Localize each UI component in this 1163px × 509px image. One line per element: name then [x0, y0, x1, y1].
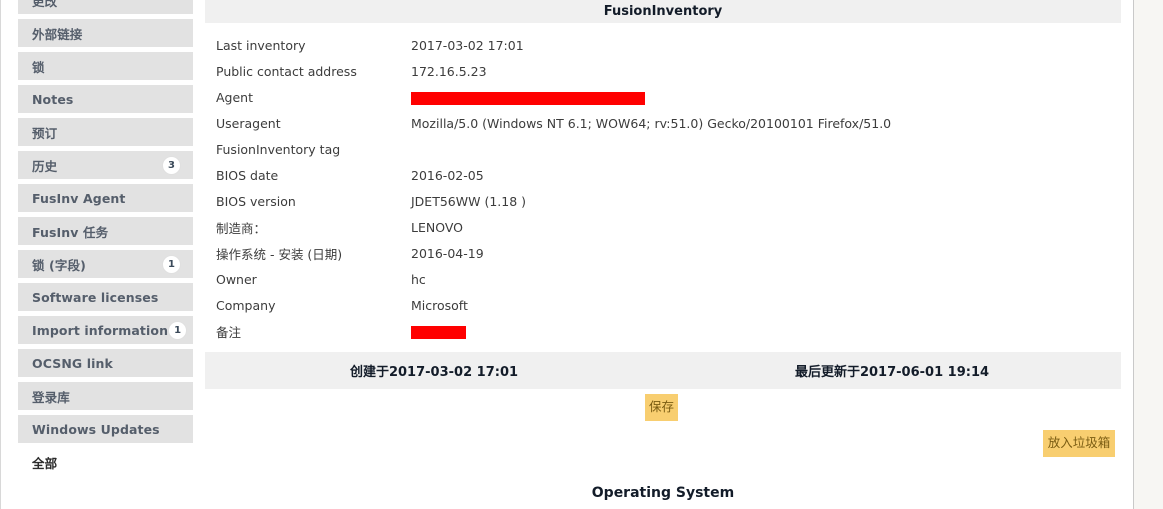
- redaction-bar: [411, 325, 466, 339]
- field-value: 2017-03-02 17:01: [411, 37, 524, 53]
- field-value: [411, 90, 1121, 105]
- sidebar-item-badge: 1: [168, 320, 188, 340]
- sidebar-item[interactable]: 预订: [18, 118, 193, 146]
- sidebar-item-label: FusInv 任务: [32, 224, 109, 240]
- field-row: 制造商： LENOVO: [205, 214, 1121, 240]
- sidebar-item-label: 锁: [32, 59, 45, 75]
- sidebar-item[interactable]: OCSNG link: [18, 349, 193, 377]
- sidebar-item[interactable]: FusInv Agent: [18, 184, 193, 212]
- created-timestamp: 创建于2017-03-02 17:01: [349, 365, 519, 380]
- field-label: FusionInventory tag: [216, 141, 341, 157]
- field-value: 2016-04-19: [411, 245, 484, 261]
- field-value: JDET56WW (1.18 ): [411, 193, 527, 209]
- sidebar-item-badge: 3: [162, 155, 181, 175]
- sidebar-item[interactable]: FusInv 任务: [18, 217, 193, 245]
- main-content: FusionInventory Last inventory 2017-03-02…: [205, 0, 1121, 509]
- sidebar-item-badge: 1: [162, 254, 181, 274]
- field-row: BIOS version JDET56WW (1.18 ): [205, 188, 1121, 214]
- right-rail: [1133, 0, 1163, 509]
- sidebar-item[interactable]: 外部链接: [18, 19, 193, 47]
- field-value: LENOVO: [411, 219, 464, 235]
- sidebar-item[interactable]: 锁: [18, 52, 193, 80]
- field-label: BIOS version: [216, 193, 296, 209]
- sidebar-item-label: 外部链接: [32, 26, 83, 42]
- field-value: hc: [411, 271, 426, 287]
- sidebar-item-label: 锁 (字段): [32, 257, 86, 273]
- fusioninventory-field-table: Last inventory 2017-03-02 17:01 Public con…: [205, 23, 1121, 344]
- field-value: 172.16.5.23: [411, 63, 487, 79]
- sidebar-item-label: Import information: [32, 322, 169, 338]
- sidebar-item-label: 全部: [32, 455, 58, 471]
- sidebar-item-label: Notes: [32, 91, 74, 107]
- sidebar-item[interactable]: Windows Updates: [18, 415, 193, 443]
- record-timestamps-bar: 创建于2017-03-02 17:01 最后更新于2017-06-01 19:1…: [205, 352, 1121, 389]
- sidebar-item[interactable]: Import information 1: [18, 316, 193, 344]
- sidebar: 更改 外部链接锁 Notes 预订 历史 3 FusInv Agent FusInv 任务锁 …: [0, 0, 200, 509]
- field-row: BIOS date 2016-02-05: [205, 162, 1121, 188]
- field-value: Mozilla/5.0 (Windows NT 6.1; WOW64; rv:5…: [411, 115, 892, 131]
- operating-system-heading: Operating System: [591, 485, 735, 501]
- field-label: Agent: [216, 89, 253, 105]
- field-label: BIOS date: [216, 167, 279, 183]
- sidebar-item-label: 更改: [32, 0, 58, 9]
- field-label: Owner: [216, 271, 257, 287]
- sidebar-item-label: Software licenses: [32, 289, 159, 305]
- field-row: 操作系统 - 安装 (日期) 2016-04-19: [205, 240, 1121, 266]
- save-button[interactable]: 保存: [645, 394, 678, 421]
- page-title: FusionInventory: [603, 4, 723, 19]
- sidebar-item[interactable]: 全部: [18, 448, 193, 476]
- field-value: 2016-02-05: [411, 167, 484, 183]
- updated-timestamp: 最后更新于2017-06-01 19:14: [794, 365, 990, 380]
- field-label: 制造商：: [216, 220, 267, 236]
- sidebar-item-list: 更改 外部链接锁 Notes 预订 历史 3 FusInv Agent FusInv 任务锁 …: [18, 0, 193, 481]
- sidebar-item-label: 登录库: [32, 389, 70, 405]
- page-root: 更改 外部链接锁 Notes 预订 历史 3 FusInv Agent FusInv 任务锁 …: [0, 0, 1163, 509]
- sidebar-item-label: 预订: [32, 125, 58, 141]
- sidebar-item[interactable]: 历史 3: [18, 151, 193, 179]
- field-label: 操作系统 - 安装 (日期): [216, 246, 343, 262]
- field-row: Useragent Mozilla/5.0 (Windows NT 6.1; WO…: [205, 110, 1121, 136]
- field-row: Owner hc: [205, 266, 1121, 292]
- field-row: Agent: [205, 84, 1121, 110]
- sidebar-item[interactable]: Software licenses: [18, 283, 193, 311]
- sidebar-item-label: OCSNG link: [32, 355, 113, 371]
- field-row: Last inventory 2017-03-02 17:01: [205, 32, 1121, 58]
- redaction-bar: [411, 91, 645, 105]
- field-label: Company: [216, 297, 276, 313]
- field-row: Company Microsoft: [205, 292, 1121, 318]
- field-value: [411, 324, 1121, 339]
- sidebar-item-label: FusInv Agent: [32, 190, 126, 206]
- sidebar-item[interactable]: 登录库: [18, 382, 193, 410]
- field-label: 备注: [216, 324, 242, 340]
- sidebar-item-label: 历史: [32, 158, 58, 174]
- field-row: Public contact address 172.16.5.23: [205, 58, 1121, 84]
- sidebar-item[interactable]: Notes: [18, 85, 193, 113]
- sidebar-item-label: Windows Updates: [32, 421, 160, 437]
- panel-header: FusionInventory: [205, 0, 1121, 23]
- sidebar-item[interactable]: 更改: [18, 0, 193, 14]
- field-label: Public contact address: [216, 63, 357, 79]
- sidebar-item[interactable]: 锁 (字段) 1: [18, 250, 193, 278]
- field-label: Last inventory: [216, 37, 306, 53]
- move-to-trash-button[interactable]: 放入垃圾箱: [1043, 430, 1115, 457]
- field-row: 备注: [205, 318, 1121, 344]
- field-label: Useragent: [216, 115, 281, 131]
- field-value: Microsoft: [411, 297, 468, 313]
- field-row: FusionInventory tag: [205, 136, 1121, 162]
